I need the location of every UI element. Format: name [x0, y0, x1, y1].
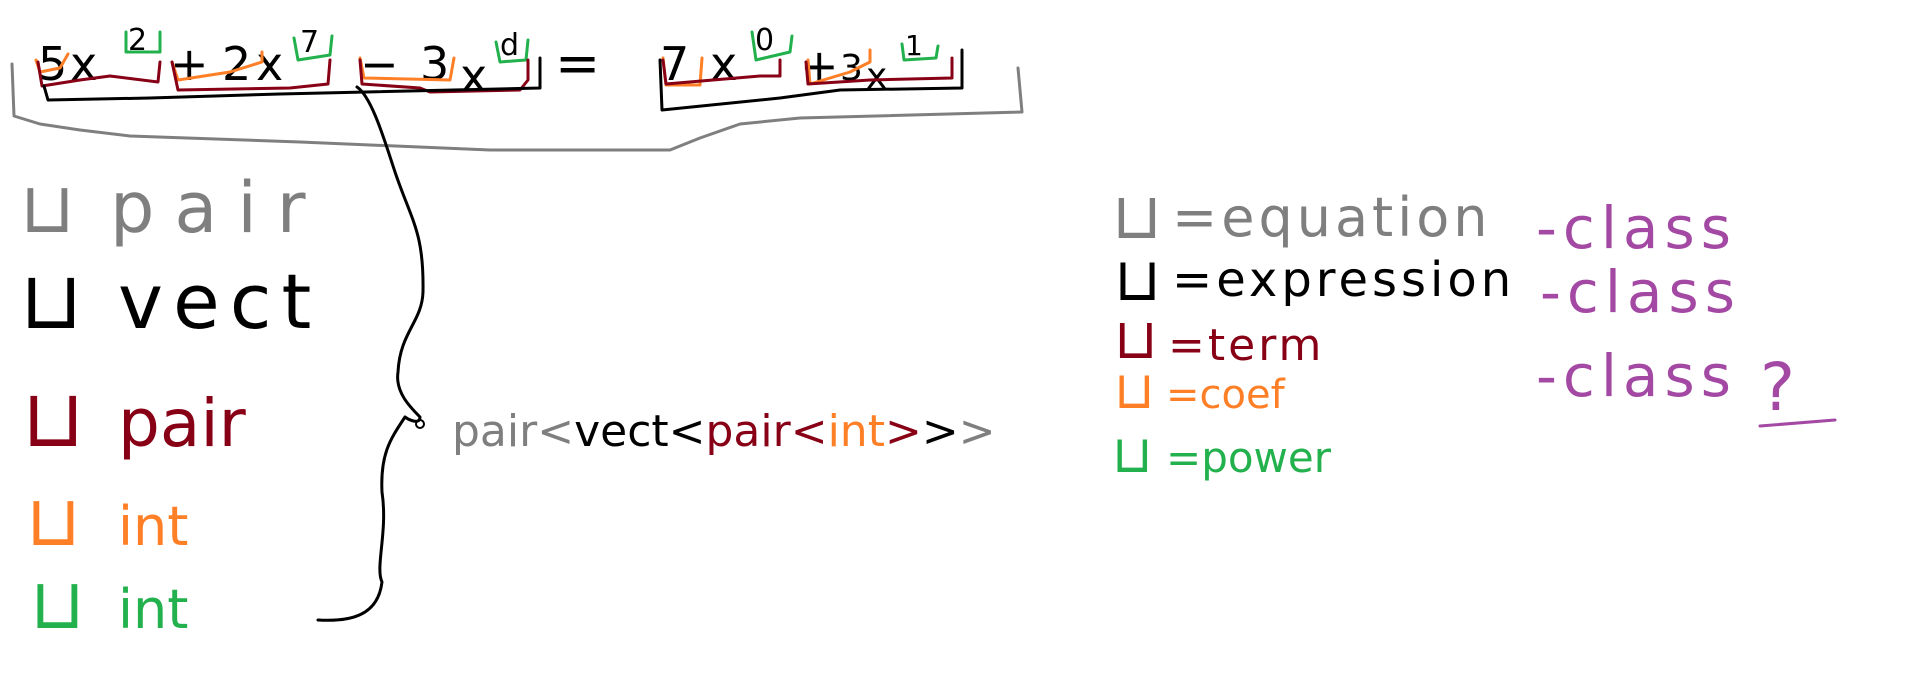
type-expression: pair<vect<pair<int>>>	[452, 406, 996, 457]
class-note: -class	[1536, 194, 1737, 262]
equals-sign: =	[555, 32, 600, 95]
type-item-vect-expression: ⊔ vect	[20, 254, 321, 347]
legend-label: =equation	[1172, 186, 1492, 249]
class-note: -class	[1536, 342, 1737, 410]
type-label: int	[118, 578, 188, 641]
diagram-canvas: 5 x 2 + 2 x 7 − 3 x d = 7 x 0 + 3 x 1 ⊔ …	[10, 23, 1837, 645]
power-0: 0	[755, 23, 774, 58]
type-part: pair<	[452, 406, 574, 457]
type-item-pair-term: ⊔ pair	[22, 372, 247, 465]
var-x: x	[710, 37, 737, 91]
legend-label: =expression	[1172, 252, 1515, 308]
class-notes: -class -class -class ?	[1536, 194, 1837, 428]
legend: ⊔ =equation ⊔ =expression ⊔ =term ⊔ =coe…	[1112, 180, 1515, 485]
type-label: int	[118, 495, 188, 558]
power-d: d	[500, 28, 519, 63]
curly-brace	[316, 85, 425, 622]
type-label: vect	[118, 257, 321, 346]
type-item-pair-equation: ⊔ pair	[20, 167, 326, 249]
legend-label: =power	[1166, 433, 1332, 482]
box-icon: ⊔	[1114, 361, 1155, 421]
box-icon: ⊔	[1112, 425, 1153, 485]
type-part: pair<	[706, 406, 828, 457]
legend-item-power: ⊔ =power	[1112, 425, 1332, 485]
type-part: >	[922, 406, 959, 457]
type-part: int	[828, 406, 885, 457]
box-icon: ⊔	[1112, 180, 1162, 254]
box-icon: ⊔	[20, 167, 75, 249]
legend-label: =term	[1168, 320, 1324, 371]
legend-item-expression: ⊔ =expression	[1114, 245, 1515, 315]
var-x: x	[70, 37, 97, 91]
type-list: ⊔ pair ⊔ vect ⊔ pair ⊔ int ⊔ int	[20, 167, 326, 645]
power-1: 1	[905, 29, 923, 62]
question-mark: ?	[1760, 349, 1795, 426]
legend-label: =coef	[1166, 372, 1286, 418]
power-7: 7	[300, 25, 319, 60]
var-x: x	[460, 49, 487, 103]
type-part: >	[959, 406, 996, 457]
box-icon: ⊔	[20, 254, 82, 347]
box-icon: ⊔	[1114, 245, 1161, 315]
type-label: pair	[118, 385, 247, 462]
type-item-int-coef: ⊔ int	[26, 480, 188, 562]
type-part: >	[885, 406, 922, 457]
box-icon: ⊔	[30, 563, 85, 645]
class-note: -class	[1540, 258, 1741, 326]
box-icon: ⊔	[22, 372, 84, 465]
coef-3: 3	[420, 37, 449, 91]
box-icon: ⊔	[26, 480, 81, 562]
type-part: vect<	[574, 406, 705, 457]
type-label: pair	[110, 167, 326, 249]
coef-2: 2	[222, 37, 251, 91]
type-item-int-power: ⊔ int	[30, 563, 188, 645]
legend-item-equation: ⊔ =equation	[1112, 180, 1492, 254]
